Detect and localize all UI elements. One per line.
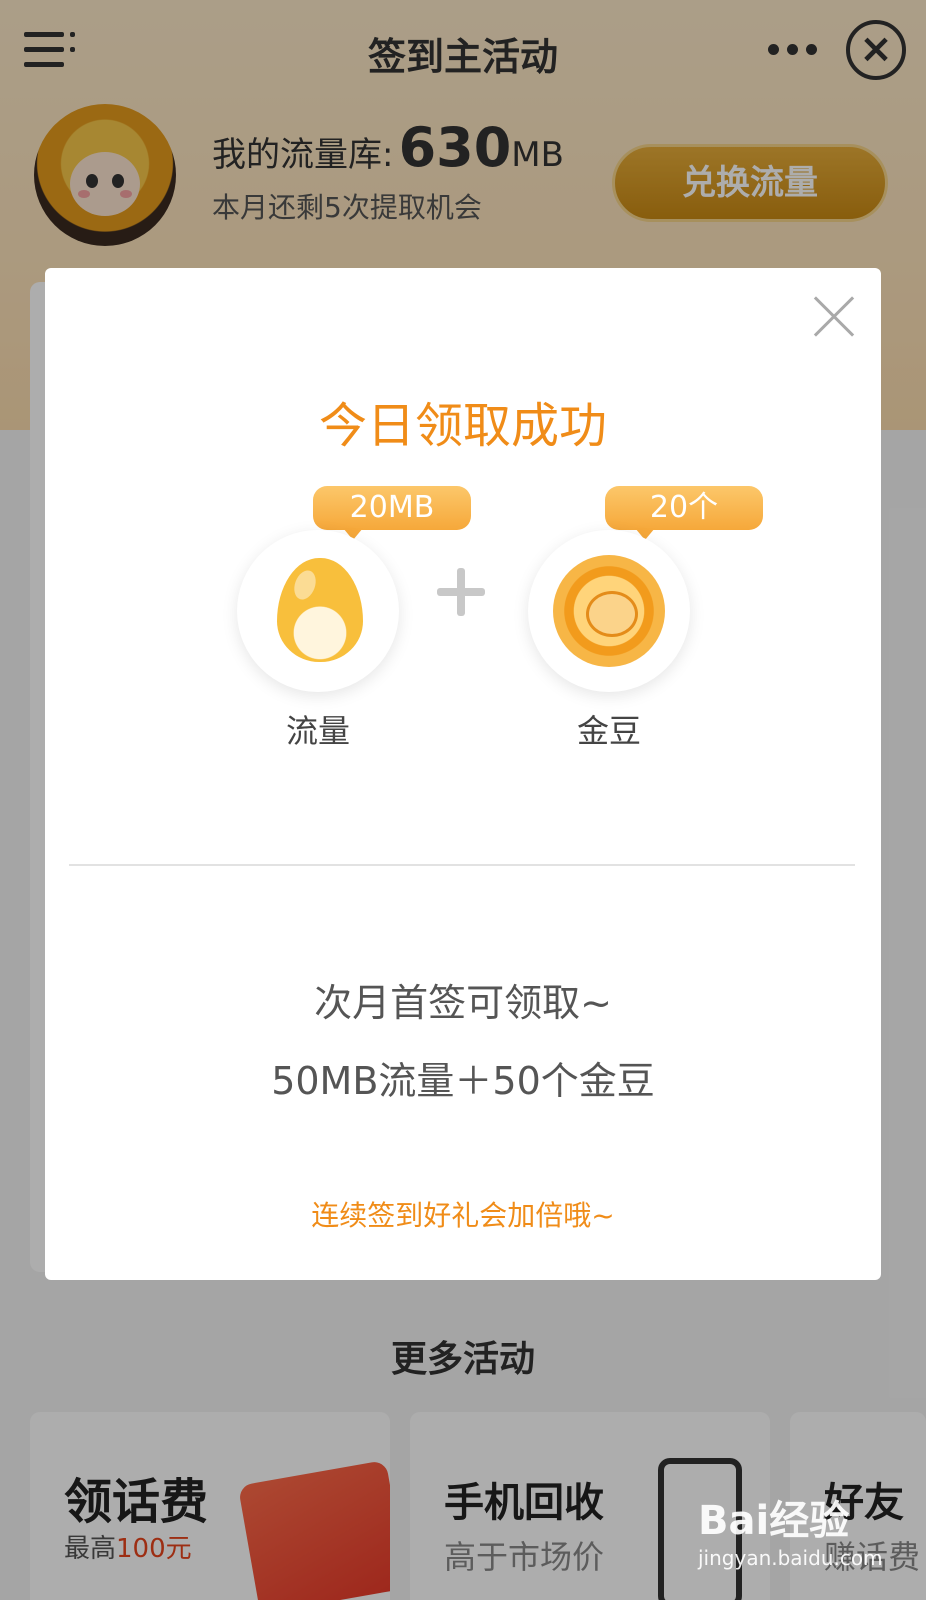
checkin-success-dialog: 今日领取成功 20MB 20个 流量 金豆 次月首签可领取~ 50MB流量＋50… — [45, 268, 881, 1280]
gold-bean-icon — [553, 555, 665, 667]
data-drop-icon — [277, 558, 363, 662]
reward-amount-badge: 20个 — [605, 486, 763, 540]
watermark: Bai经验 jingyan.baidu.com — [698, 1488, 908, 1578]
plus-icon — [437, 568, 485, 616]
watermark-logo: Bai经验 — [698, 1498, 850, 1544]
reward-gold-bean — [528, 530, 690, 692]
close-icon[interactable] — [811, 294, 857, 340]
reward-amount-badge: 20MB — [313, 486, 471, 540]
divider — [69, 864, 855, 866]
watermark-url: jingyan.baidu.com — [698, 1546, 883, 1570]
next-month-reward: 50MB流量＋50个金豆 — [271, 1059, 655, 1103]
next-month-text: 次月首签可领取~ — [314, 981, 612, 1025]
reward-label: 流量 — [285, 712, 350, 750]
reward-label: 金豆 — [576, 712, 641, 750]
reward-flow — [237, 530, 399, 692]
bonus-tip: 连续签到好礼会加倍哦~ — [311, 1199, 615, 1232]
dialog-title: 今日领取成功 — [318, 398, 607, 454]
